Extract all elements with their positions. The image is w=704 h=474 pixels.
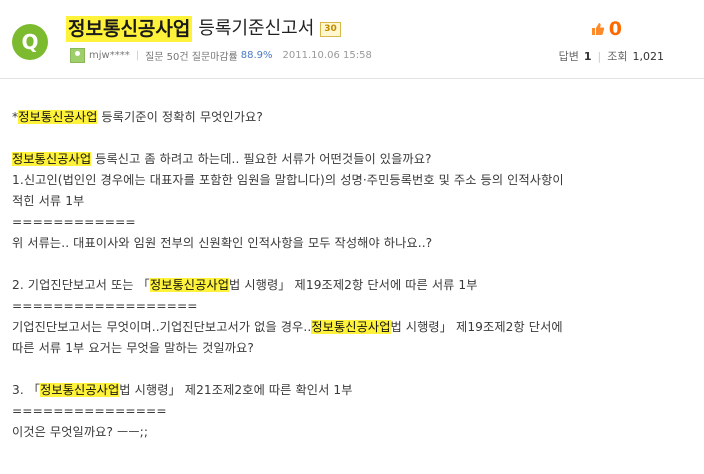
body-text: 2. 기업진단보고서 또는 「 — [12, 278, 150, 292]
answers-count: 1 — [583, 49, 592, 63]
avatar-icon — [70, 48, 85, 63]
post-date: 2011.10.06 15:58 — [282, 50, 372, 61]
question-badge-icon: Q — [12, 24, 48, 60]
body-line: 이것은 무엇일까요? ㅡㅡ;; — [12, 425, 149, 439]
views-label: 조회 — [607, 50, 628, 63]
body-line: ================== — [12, 299, 198, 313]
body-line: ============ — [12, 215, 136, 229]
body-line: *정보통신공사업 등록기준이 정확히 무엇인가요? — [12, 107, 682, 128]
question-body: *정보통신공사업 등록기준이 정확히 무엇인가요? 정보통신공사업 등록신고 좀… — [12, 107, 682, 443]
body-text: 3. 「 — [12, 383, 41, 397]
keyword-highlight: 정보통신공사업 — [149, 278, 230, 292]
body-text: 법 시행령」 제19조제2항 단서에 — [390, 320, 563, 334]
author-name[interactable]: mjw**** — [89, 50, 130, 61]
body-line: 적힌 서류 1부 — [12, 194, 85, 208]
views-count: 1,021 — [632, 49, 665, 63]
body-text: 법 시행령」 제21조제2호에 따른 확인서 1부 — [119, 383, 353, 397]
recommend-area[interactable]: 0 — [591, 18, 622, 40]
body-line: 따른 서류 1부 요거는 무엇을 말하는 것일까요? — [12, 341, 254, 355]
title-highlight: 정보통신공사업 — [66, 16, 193, 42]
keyword-highlight: 정보통신공사업 — [40, 383, 120, 397]
close-rate: 88.9% — [240, 50, 273, 61]
points-badge: 30 — [320, 21, 341, 37]
keyword-highlight: 정보통신공사업 — [12, 152, 92, 166]
question-title: 정보통신공사업 등록기준신고서 30 — [66, 14, 341, 44]
divider: | — [597, 49, 602, 63]
body-text: 등록기준이 정확히 무엇인가요? — [97, 110, 263, 124]
body-text: 등록신고 좀 하려고 하는데.. 필요한 서류가 어떤것들이 있을까요? — [91, 152, 432, 166]
body-line: 3. 「정보통신공사업법 시행령」 제21조제2호에 따른 확인서 1부 — [12, 380, 682, 401]
question-meta: mjw**** | 질문 50건 질문마감률 88.9% 2011.10.06 … — [70, 48, 372, 63]
title-text: 등록기준신고서 — [198, 18, 315, 39]
body-line: 1.신고인(법인인 경우에는 대표자를 포함한 임원을 말합니다)의 성명·주민… — [12, 173, 564, 187]
question-header: Q 정보통신공사업 등록기준신고서 30 mjw**** | 질문 50건 질문… — [0, 0, 704, 79]
body-line: 위 서류는.. 대표이사와 임원 전부의 신원확인 인적사항을 모두 작성해야 … — [12, 236, 433, 250]
body-line: 정보통신공사업 등록신고 좀 하려고 하는데.. 필요한 서류가 어떤것들이 있… — [12, 149, 682, 170]
divider: | — [135, 50, 140, 61]
question-stats: 질문 50건 질문마감률 — [145, 52, 238, 63]
body-text: 법 시행령」 제19조제2항 단서에 따른 서류 1부 — [229, 278, 478, 292]
body-line: =============== — [12, 404, 167, 418]
body-line: 2. 기업진단보고서 또는 「정보통신공사업법 시행령」 제19조제2항 단서에… — [12, 275, 682, 296]
keyword-highlight: 정보통신공사업 — [18, 110, 98, 124]
body-text: 기업진단보고서는 무엇이며..기업진단보고서가 없을 경우.. — [12, 320, 312, 334]
recommend-score: 0 — [608, 18, 622, 40]
answer-view-stats: 답변 1 | 조회 1,021 — [559, 48, 664, 64]
answers-label: 답변 — [558, 50, 579, 63]
keyword-highlight: 정보통신공사업 — [311, 320, 391, 334]
thumbs-up-icon[interactable] — [591, 22, 605, 36]
body-line: 기업진단보고서는 무엇이며..기업진단보고서가 없을 경우..정보통신공사업법 … — [12, 317, 682, 338]
